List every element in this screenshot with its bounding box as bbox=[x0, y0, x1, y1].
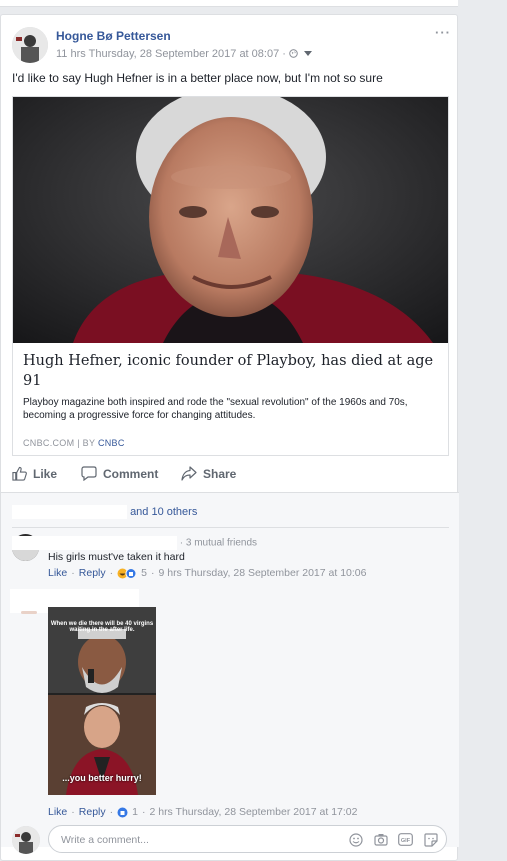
link-title[interactable]: Hugh Hefner, iconic founder of Playboy, … bbox=[23, 351, 438, 391]
comment-2-reply-button[interactable]: Reply bbox=[79, 806, 106, 818]
redacted-names bbox=[12, 505, 127, 519]
comment-text: His girls must've taken it hard bbox=[48, 551, 185, 563]
comment-icon bbox=[81, 466, 97, 481]
comment-2-time[interactable]: 2 hrs Thursday, 28 September 2017 at 17:… bbox=[149, 806, 357, 818]
reactions-others[interactable]: and 10 others bbox=[130, 506, 197, 518]
right-gutter bbox=[460, 0, 507, 861]
link-by-name[interactable]: CNBC bbox=[98, 438, 125, 448]
post-timestamp[interactable]: 11 hrs Thursday, 28 September 2017 at 08… bbox=[56, 48, 279, 60]
link-preview[interactable]: Hugh Hefner, iconic founder of Playboy, … bbox=[12, 96, 449, 456]
reactions-divider bbox=[12, 527, 449, 528]
sticker-icon[interactable] bbox=[423, 832, 438, 847]
link-description: Playboy magazine both inspired and rode … bbox=[23, 397, 408, 421]
camera-icon[interactable] bbox=[373, 832, 388, 847]
comment-reply-button[interactable]: Reply bbox=[79, 567, 106, 579]
author-name[interactable]: Hogne Bø Pettersen bbox=[56, 29, 171, 43]
post-options-icon[interactable]: ··· bbox=[435, 25, 451, 40]
comment-like-button[interactable]: Like bbox=[48, 567, 67, 579]
commenter-avatar-2[interactable] bbox=[21, 611, 37, 614]
haha-like-reactions-icon[interactable] bbox=[117, 567, 137, 579]
link-source: CNBC.COM | BY CNBC bbox=[23, 438, 125, 448]
emoji-icon[interactable] bbox=[348, 832, 363, 847]
reactions-summary[interactable]: and 10 others bbox=[12, 505, 197, 519]
post-meta: 11 hrs Thursday, 28 September 2017 at 08… bbox=[56, 48, 313, 60]
meme-image[interactable]: When we die there will be 40 virgins wai… bbox=[48, 607, 156, 795]
comment-input[interactable] bbox=[59, 831, 343, 849]
comment-time[interactable]: 9 hrs Thursday, 28 September 2017 at 10:… bbox=[158, 567, 366, 579]
comment-2-actions: Like · Reply · 1 · 2 hrs Thursday, 28 Se… bbox=[48, 806, 358, 818]
link-by-prefix: BY bbox=[82, 438, 96, 448]
globe-icon[interactable] bbox=[289, 48, 301, 60]
share-icon bbox=[181, 466, 197, 481]
link-image[interactable] bbox=[13, 97, 448, 343]
meme-caption-top: When we die there will be 40 virgins wai… bbox=[50, 621, 154, 633]
comment-button[interactable]: Comment bbox=[81, 466, 158, 481]
audience-dropdown-icon[interactable] bbox=[304, 48, 313, 60]
link-domain: CNBC.COM bbox=[23, 438, 75, 448]
like-reaction-icon[interactable] bbox=[117, 807, 128, 818]
post-text: I'd like to say Hugh Hefner is in a bett… bbox=[12, 71, 383, 85]
thumbs-up-icon bbox=[12, 466, 27, 481]
mutual-friends[interactable]: · 3 mutual friends bbox=[180, 538, 257, 549]
author-avatar[interactable] bbox=[12, 27, 48, 63]
comment-label: Comment bbox=[103, 466, 159, 481]
comment-actions: Like · Reply · 5 · 9 hrs Thursday, 28 Se… bbox=[48, 567, 367, 579]
share-button[interactable]: Share bbox=[181, 466, 236, 481]
meme-caption-bottom: ...you better hurry! bbox=[62, 773, 142, 783]
gif-icon[interactable]: GIF bbox=[398, 832, 413, 847]
svg-text:GIF: GIF bbox=[401, 838, 411, 844]
post-actions: Like Comment Share bbox=[12, 466, 449, 486]
previous-post-edge bbox=[0, 0, 458, 7]
like-label: Like bbox=[33, 466, 58, 481]
comment-author-line: · 3 mutual friends bbox=[12, 536, 257, 550]
comment-composer[interactable]: GIF bbox=[48, 825, 447, 853]
share-label: Share bbox=[203, 466, 237, 481]
comment-2-reaction-count[interactable]: 1 bbox=[132, 806, 138, 818]
redacted-commenter bbox=[12, 536, 177, 550]
comment-reaction-count[interactable]: 5 bbox=[141, 567, 147, 579]
composer-avatar[interactable] bbox=[12, 826, 40, 854]
post-card: Hogne Bø Pettersen 11 hrs Thursday, 28 S… bbox=[0, 14, 459, 861]
like-button[interactable]: Like bbox=[12, 466, 57, 481]
comment-2-like-button[interactable]: Like bbox=[48, 806, 67, 818]
